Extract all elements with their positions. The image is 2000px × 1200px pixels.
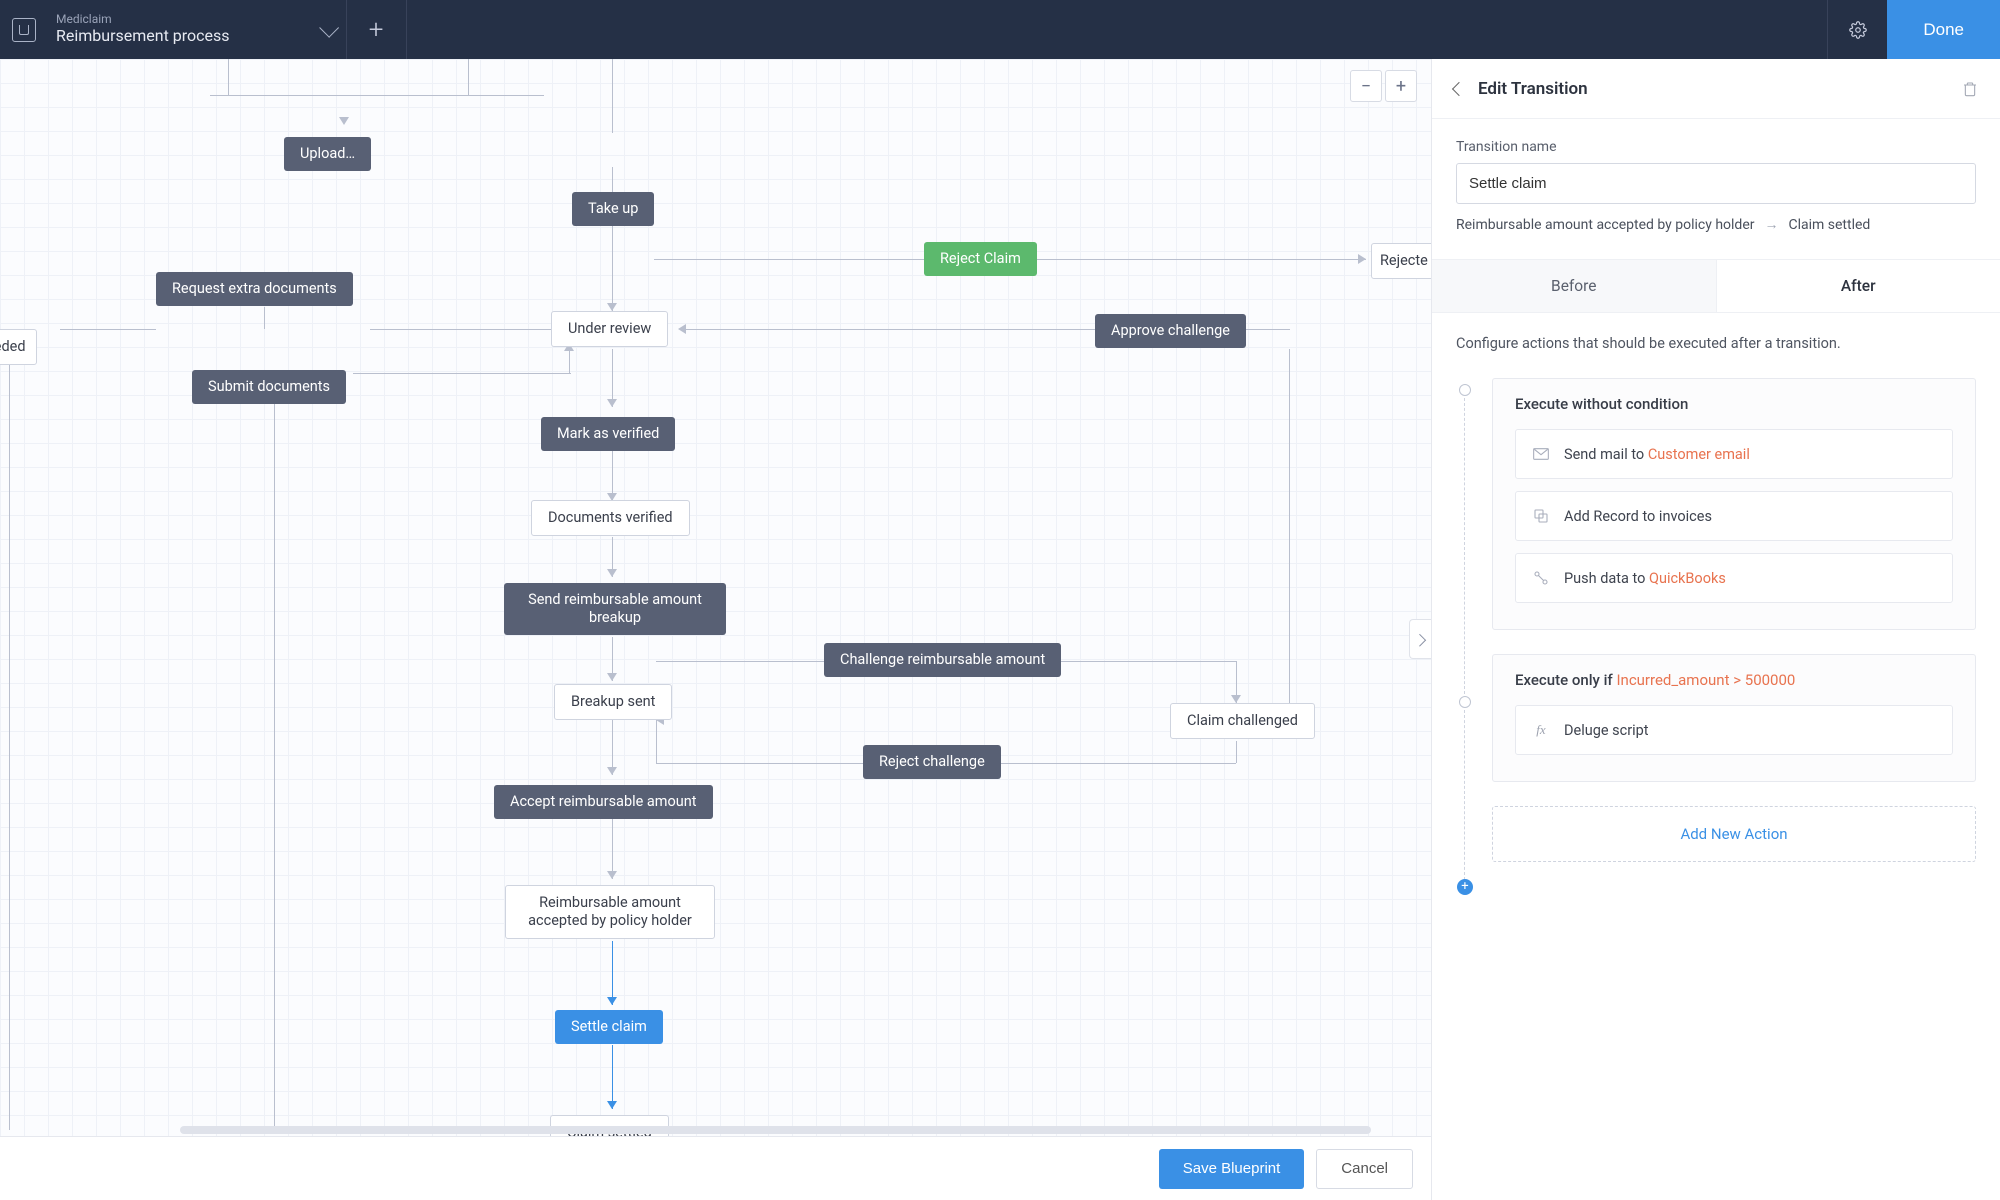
to-state: Claim settled xyxy=(1789,217,1871,233)
gear-icon xyxy=(1849,21,1867,39)
action-block-unconditional: Execute without condition Send mail to C… xyxy=(1492,378,1976,630)
save-blueprint-button[interactable]: Save Blueprint xyxy=(1159,1149,1305,1189)
panel-title: Edit Transition xyxy=(1478,79,1962,99)
state-docs-verified[interactable]: Documents verified xyxy=(531,500,690,536)
add-record-icon xyxy=(1532,507,1550,525)
plus-icon: + xyxy=(369,17,384,43)
cancel-button[interactable]: Cancel xyxy=(1316,1149,1413,1189)
mail-icon xyxy=(1532,445,1550,463)
action-add-record[interactable]: Add Record to invoices xyxy=(1515,491,1953,541)
timeline-line-1 xyxy=(1464,398,1465,694)
send-mail-label: Send mail to Customer email xyxy=(1564,446,1750,463)
timeline-line-2 xyxy=(1464,710,1465,880)
timeline-dot-2 xyxy=(1459,696,1471,708)
from-state: Reimbursable amount accepted by policy h… xyxy=(1456,217,1755,233)
settings-button[interactable] xyxy=(1827,0,1887,59)
state-amount-accepted[interactable]: Reimbursable amount accepted by policy h… xyxy=(505,885,715,939)
state-rejected-partial[interactable]: Rejecte xyxy=(1371,243,1431,279)
add-condition-icon[interactable]: + xyxy=(1457,879,1473,895)
tab-after[interactable]: After xyxy=(1717,260,2000,312)
push-data-label: Push data to QuickBooks xyxy=(1564,570,1726,587)
action-deluge-script[interactable]: fx Deluge script xyxy=(1515,705,1953,755)
zoom-in-button[interactable]: + xyxy=(1385,70,1417,102)
state-docs-needed-partial[interactable]: s needed xyxy=(0,329,37,365)
transition-name-input[interactable] xyxy=(1456,163,1976,204)
trans-approve-challenge[interactable]: Approve challenge xyxy=(1095,314,1246,348)
done-button[interactable]: Done xyxy=(1887,0,2000,59)
blueprint-canvas[interactable]: − + xyxy=(0,59,1431,1200)
action-send-mail[interactable]: Send mail to Customer email xyxy=(1515,429,1953,479)
arrow-right-icon: → xyxy=(1765,216,1779,233)
back-icon[interactable] xyxy=(1452,81,1466,95)
zoom-out-button[interactable]: − xyxy=(1350,70,1382,102)
block2-title: Execute only if Incurred_amount > 500000 xyxy=(1493,655,1975,705)
new-tab-button[interactable]: + xyxy=(347,0,407,59)
trans-challenge-amount[interactable]: Challenge reimbursable amount xyxy=(824,643,1061,677)
trans-take-up[interactable]: Take up xyxy=(572,192,654,226)
app-name: Mediclaim xyxy=(56,13,230,27)
action-block-conditional: Execute only if Incurred_amount > 500000… xyxy=(1492,654,1976,782)
state-breakup-sent[interactable]: Breakup sent xyxy=(554,684,672,720)
delete-icon[interactable] xyxy=(1962,80,1978,98)
trans-reject-claim[interactable]: Reject Claim xyxy=(924,242,1037,276)
after-tab-description: Configure actions that should be execute… xyxy=(1456,335,1976,352)
trans-reject-challenge[interactable]: Reject challenge xyxy=(863,745,1001,779)
block1-title: Execute without condition xyxy=(1493,379,1975,429)
state-claim-challenged[interactable]: Claim challenged xyxy=(1170,703,1315,739)
chevron-down-icon[interactable] xyxy=(319,17,339,37)
transition-name-label: Transition name xyxy=(1456,139,1976,155)
push-data-icon xyxy=(1532,569,1550,587)
timeline-dot-1 xyxy=(1459,384,1471,396)
canvas-footer: Save Blueprint Cancel xyxy=(0,1136,1431,1200)
action-push-data[interactable]: Push data to QuickBooks xyxy=(1515,553,1953,603)
add-new-action-button[interactable]: Add New Action xyxy=(1492,806,1976,862)
topbar: Mediclaim Reimbursement process + Done xyxy=(0,0,2000,59)
workflow-name: Reimbursement process xyxy=(56,27,230,45)
trans-settle-claim[interactable]: Settle claim xyxy=(555,1010,663,1044)
trans-send-breakup[interactable]: Send reimbursable amount breakup xyxy=(504,583,726,635)
panel-collapse-toggle[interactable] xyxy=(1409,619,1431,659)
state-under-review[interactable]: Under review xyxy=(551,311,668,347)
trans-accept-amount[interactable]: Accept reimbursable amount xyxy=(494,785,713,819)
trans-mark-verified[interactable]: Mark as verified xyxy=(541,417,675,451)
trans-request-docs[interactable]: Request extra documents xyxy=(156,272,353,306)
transition-path: Reimbursable amount accepted by policy h… xyxy=(1456,216,1976,233)
tab-before[interactable]: Before xyxy=(1432,260,1717,312)
canvas-horizontal-scrollbar[interactable] xyxy=(180,1124,1371,1136)
edit-transition-panel: Edit Transition Transition name Reimburs… xyxy=(1431,59,2000,1200)
app-switcher[interactable]: Mediclaim Reimbursement process xyxy=(0,0,347,59)
deluge-label: Deluge script xyxy=(1564,722,1649,739)
trans-upload[interactable]: Upload… xyxy=(284,137,371,171)
add-record-label: Add Record to invoices xyxy=(1564,508,1712,525)
function-icon: fx xyxy=(1532,721,1550,739)
trans-submit-docs[interactable]: Submit documents xyxy=(192,370,346,404)
app-icon xyxy=(12,18,36,42)
